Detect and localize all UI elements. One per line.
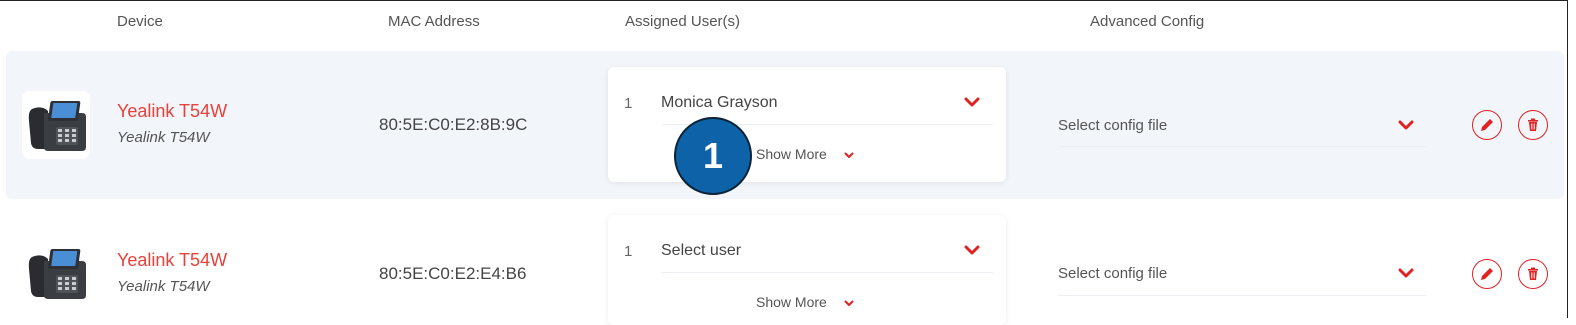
chevron-down-icon[interactable] bbox=[843, 148, 855, 166]
desk-phone-icon bbox=[28, 101, 86, 151]
device-name-link[interactable]: Yealink T54W bbox=[117, 250, 227, 271]
desk-phone-icon bbox=[28, 249, 86, 299]
delete-button[interactable] bbox=[1518, 110, 1548, 140]
table-row: Yealink T54W Yealink T54W 80:5E:C0:E2:8B… bbox=[6, 51, 1564, 199]
pencil-icon bbox=[1481, 268, 1493, 280]
chevron-down-icon[interactable] bbox=[1397, 116, 1415, 139]
chevron-down-icon[interactable] bbox=[1397, 264, 1415, 287]
device-model: Yealink T54W bbox=[117, 129, 210, 146]
header-assigned-users: Assigned User(s) bbox=[625, 13, 741, 30]
user-select[interactable]: Select user bbox=[661, 242, 741, 260]
chevron-down-icon[interactable] bbox=[843, 296, 855, 314]
table-header: Device MAC Address Assigned User(s) Adva… bbox=[0, 0, 1568, 46]
chevron-down-icon[interactable] bbox=[963, 93, 981, 116]
trash-icon bbox=[1528, 118, 1538, 131]
step-marker-badge: 1 bbox=[674, 117, 752, 195]
header-mac-address: MAC Address bbox=[388, 13, 480, 30]
right-border bbox=[1567, 0, 1568, 318]
pencil-icon bbox=[1481, 119, 1493, 131]
assigned-users-card: 1 Monica Grayson Show More bbox=[608, 67, 1006, 182]
device-thumbnail bbox=[22, 239, 90, 307]
mac-address: 80:5E:C0:E2:8B:9C bbox=[379, 115, 528, 134]
user-index: 1 bbox=[624, 95, 633, 112]
assigned-users-card: 1 Select user Show More bbox=[608, 215, 1006, 325]
delete-button[interactable] bbox=[1518, 259, 1548, 289]
trash-icon bbox=[1528, 267, 1538, 280]
mac-address: 80:5E:C0:E2:E4:B6 bbox=[379, 264, 527, 283]
edit-button[interactable] bbox=[1472, 259, 1502, 289]
show-more-link[interactable]: Show More bbox=[756, 294, 827, 310]
user-select[interactable]: Monica Grayson bbox=[661, 94, 778, 112]
divider bbox=[661, 272, 993, 273]
device-name-link[interactable]: Yealink T54W bbox=[117, 101, 227, 122]
device-thumbnail bbox=[22, 91, 90, 159]
table-row: Yealink T54W Yealink T54W 80:5E:C0:E2:E4… bbox=[6, 201, 1564, 325]
edit-button[interactable] bbox=[1472, 110, 1502, 140]
divider bbox=[1058, 295, 1426, 296]
config-select[interactable]: Select config file bbox=[1058, 265, 1167, 282]
divider bbox=[1058, 146, 1426, 147]
device-model: Yealink T54W bbox=[117, 278, 210, 295]
show-more-link[interactable]: Show More bbox=[756, 146, 827, 162]
header-device: Device bbox=[117, 13, 163, 30]
config-select[interactable]: Select config file bbox=[1058, 117, 1167, 134]
chevron-down-icon[interactable] bbox=[963, 241, 981, 264]
header-advanced-config: Advanced Config bbox=[1090, 13, 1205, 30]
user-index: 1 bbox=[624, 243, 633, 260]
